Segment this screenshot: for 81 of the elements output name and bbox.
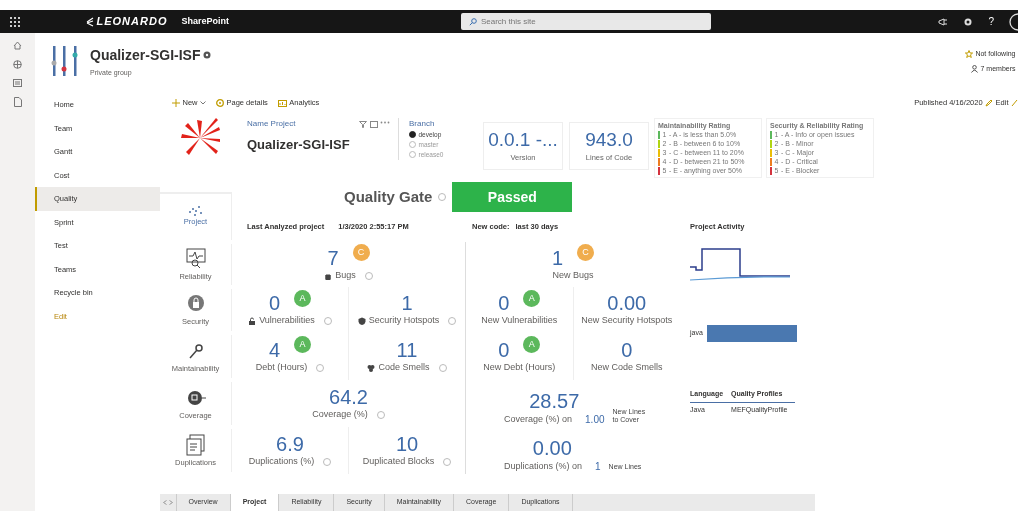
shield-icon: [357, 317, 366, 325]
settings-icon[interactable]: [963, 16, 974, 27]
project-name: Qualizer-SGI-ISF: [247, 136, 350, 154]
metric-label: New Security Hotspots: [581, 314, 673, 328]
metric-value: 0: [498, 338, 510, 361]
app-launcher-icon[interactable]: [10, 16, 20, 27]
metric-label: Security Hotspots: [368, 314, 440, 328]
radio-button[interactable]: [409, 131, 416, 139]
radio-button[interactable]: [409, 150, 416, 158]
pencil-icon: [985, 99, 994, 107]
radio-button[interactable]: [409, 141, 416, 149]
metric-value: 1: [401, 292, 413, 315]
status-badge: Passed: [452, 182, 573, 212]
rating-badge: C: [352, 244, 370, 262]
metric-value: 0: [621, 338, 633, 361]
metric-label: Coverage (%) on: [504, 412, 573, 426]
metric-value: 28.57: [529, 390, 580, 412]
metric-value: 7: [327, 246, 339, 269]
rating-badge: A: [523, 289, 541, 307]
rating-badge: A: [523, 336, 541, 354]
metric-label: Debt (Hours): [255, 360, 308, 374]
metric-label: Bugs: [335, 268, 356, 282]
metric-label: New Debt (Hours): [483, 360, 556, 374]
field-label: Branch: [409, 118, 436, 130]
metric-label: Coverage (%): [312, 407, 368, 421]
metric-label: Duplications (%): [248, 454, 315, 468]
previous-icon[interactable]: [162, 500, 167, 505]
metric-value: 4: [268, 338, 281, 361]
focus-icon[interactable]: [369, 121, 378, 128]
metric-label: Code Smells: [378, 360, 430, 374]
metric-label: New Vulnerabilities: [481, 314, 558, 328]
brand-logo: LEONARDO: [96, 14, 168, 30]
news-icon[interactable]: [13, 79, 22, 87]
filter-icon[interactable]: [359, 121, 367, 128]
home-icon[interactable]: [13, 41, 22, 50]
site-title: Qualizer-SGI-ISF: [90, 45, 201, 65]
caret-icon: [200, 101, 206, 105]
metric-value: 0: [268, 292, 281, 315]
rating-badge: A: [294, 289, 312, 307]
document-icon[interactable]: [13, 97, 22, 107]
metric-value: 0.00: [532, 437, 572, 459]
metric-value: 6.9: [276, 432, 304, 455]
more-icon[interactable]: [380, 121, 390, 124]
metric-label: Vulnerabilities: [259, 314, 315, 328]
kpi-value: 943.0: [585, 128, 633, 153]
help-button[interactable]: ?: [988, 14, 994, 29]
metric-value: 1: [551, 246, 564, 269]
metric-value: 11: [396, 338, 418, 361]
search-icon: [468, 17, 477, 26]
metric-label: Duplications (%) on: [504, 459, 583, 473]
quality-gate-label: Quality Gate: [344, 186, 433, 207]
kpi-value: 0.0.1 -...: [488, 128, 558, 153]
metric-value: 1.00: [585, 413, 605, 427]
star-icon: [964, 49, 973, 58]
chart-icon: [277, 99, 287, 107]
next-icon[interactable]: [169, 500, 173, 505]
rating-badge: C: [577, 244, 595, 262]
avatar-icon[interactable]: [1009, 12, 1018, 31]
metric-value: 0.00: [607, 292, 647, 315]
globe-icon[interactable]: [13, 60, 22, 69]
app-name[interactable]: SharePoint: [181, 14, 229, 29]
person-icon: [971, 65, 978, 74]
metric-label: New Bugs: [552, 268, 594, 282]
lock-icon: [248, 317, 257, 325]
field-label: Name Project: [247, 118, 297, 130]
metric-value: 64.2: [329, 385, 368, 408]
teams-icon: [202, 51, 211, 59]
metric-label: New Code Smells: [591, 360, 663, 374]
reliability-icon: [183, 246, 208, 271]
duplications-icon: [183, 432, 208, 457]
metric-label: Duplicated Blocks: [362, 454, 435, 468]
gear-icon: [216, 99, 224, 107]
search-field[interactable]: Search this site: [460, 13, 711, 30]
plus-icon: [172, 99, 180, 107]
rating-badge: A: [294, 336, 312, 354]
dots-icon: [189, 206, 202, 217]
brand-icon: [84, 16, 94, 27]
metric-value: 1: [595, 460, 601, 474]
metric-value: 10: [395, 432, 419, 455]
megaphone-icon[interactable]: [938, 17, 949, 26]
metric-value: 0: [498, 292, 510, 315]
